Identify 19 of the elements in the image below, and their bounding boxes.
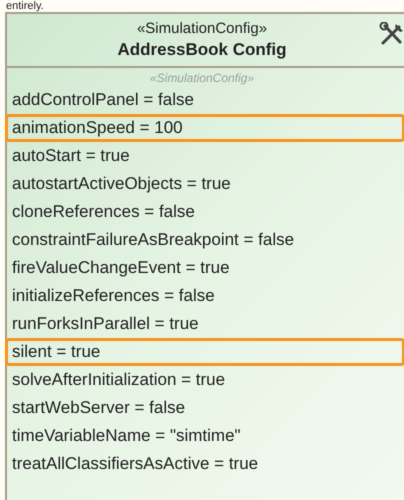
property-text: autoStart = true [11, 145, 131, 167]
property-text: initializeReferences = false [11, 285, 216, 307]
caption-text: entirely. [5, 0, 45, 12]
property-text: fireValueChangeEvent = true [11, 257, 231, 279]
property-text: autostartActiveObjects = true [11, 173, 232, 195]
property-text: treatAllClassifiersAsActive = true [11, 453, 260, 475]
property-text: addControlPanel = false [11, 89, 195, 111]
stereotype-label: «SimulationConfig» [136, 19, 268, 39]
property-text: constraintFailureAsBreakpoint = false [11, 229, 296, 251]
compartment-stereotype: «SimulationConfig» [150, 70, 256, 86]
property-text: runForksInParallel = true [11, 313, 200, 335]
property-text: startWebServer = false [11, 397, 186, 419]
tools-icon [379, 22, 404, 46]
property-text: cloneReferences = false [11, 201, 196, 223]
class-name: AddressBook Config [117, 39, 287, 61]
property-text: solveAfterInitialization = true [11, 369, 226, 391]
highlighted-property: animationSpeed = 100 [5, 114, 404, 142]
property-text: timeVariableName = "simtime" [11, 425, 242, 447]
highlighted-property: silent = true [5, 338, 404, 366]
